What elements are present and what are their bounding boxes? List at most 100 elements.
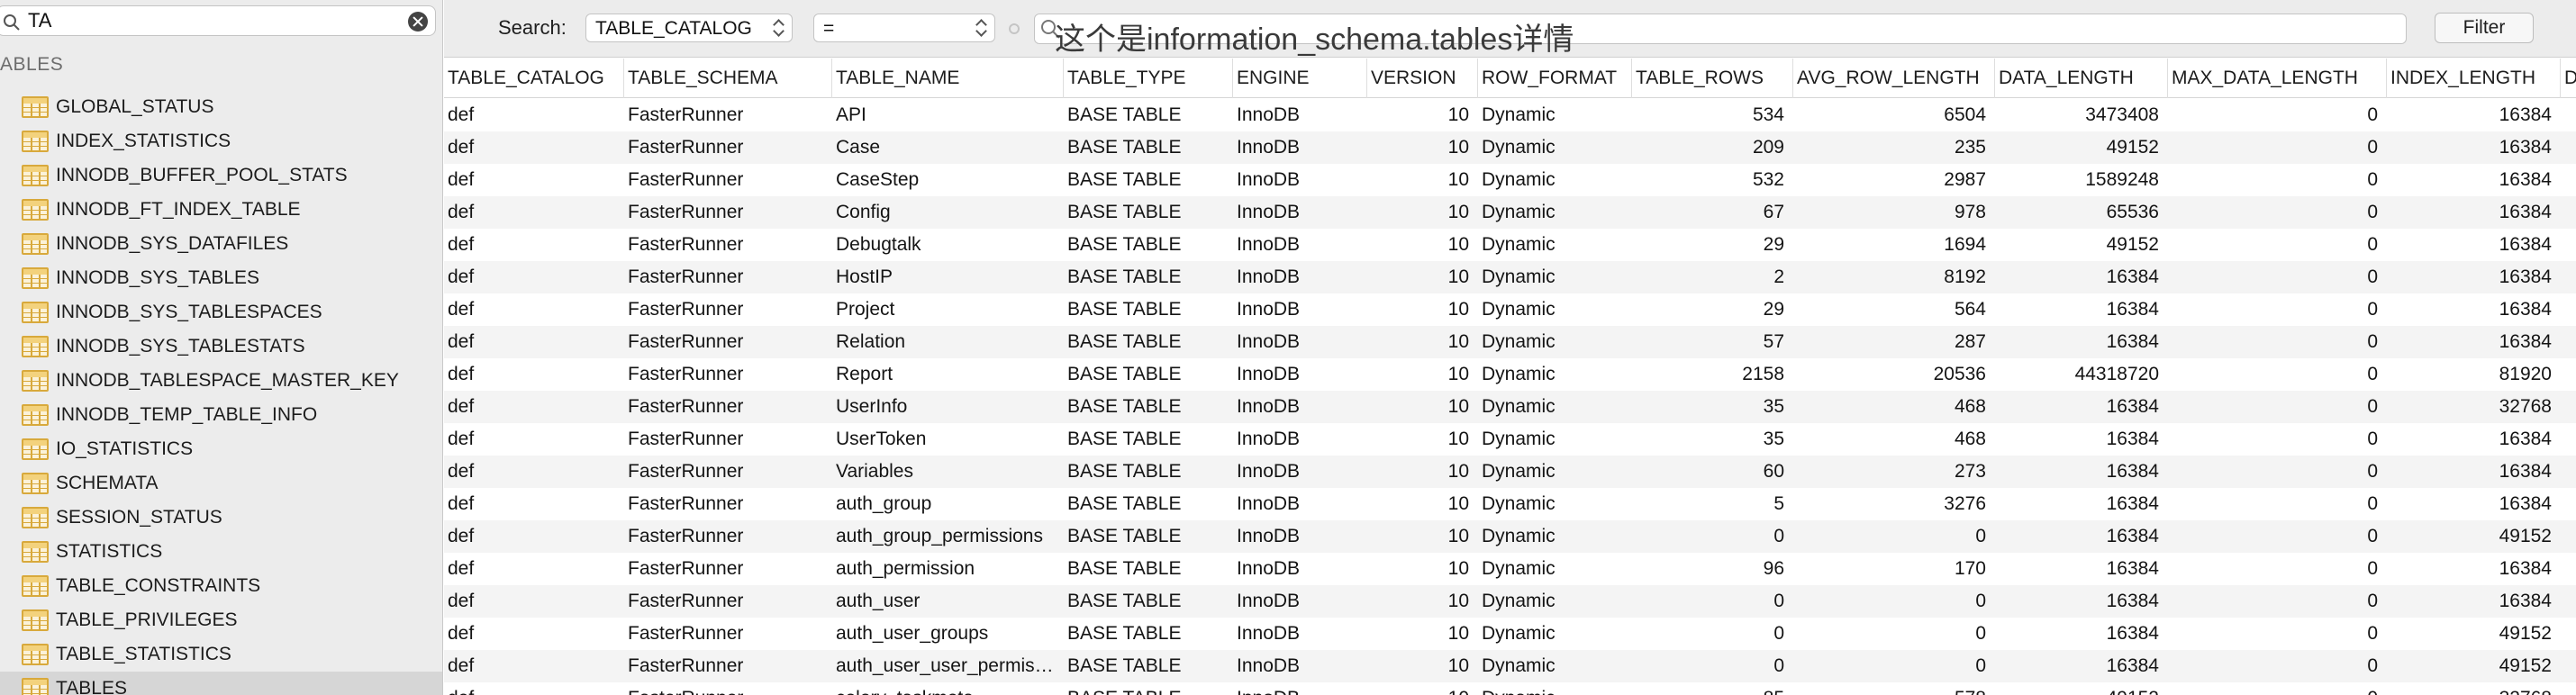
- cell-engine[interactable]: InnoDB: [1233, 650, 1367, 682]
- cell-index-length[interactable]: 32768: [2387, 682, 2561, 695]
- cell-table-name[interactable]: auth_user_groups: [832, 618, 1064, 650]
- cell-avg-row-length[interactable]: 0: [1793, 618, 1995, 650]
- cell-table-rows[interactable]: 29: [1632, 229, 1793, 261]
- column-header-engine[interactable]: ENGINE: [1233, 59, 1367, 98]
- cell-max-data-length[interactable]: 0: [2168, 261, 2387, 293]
- operator-select[interactable]: =: [813, 14, 995, 42]
- cell-table-catalog[interactable]: def: [444, 456, 624, 488]
- cell-table-rows[interactable]: 5: [1632, 488, 1793, 520]
- cell-table-name[interactable]: API: [832, 99, 1064, 131]
- cell-table-type[interactable]: BASE TABLE: [1064, 423, 1233, 456]
- sidebar-item-innodb-sys-datafiles[interactable]: INNODB_SYS_DATAFILES: [0, 227, 442, 261]
- cell-table-catalog[interactable]: def: [444, 99, 624, 131]
- cell-row-format[interactable]: Dynamic: [1478, 358, 1632, 391]
- table-row[interactable]: def FasterRunner auth_group BASE TABLE InnoD…: [444, 488, 2576, 520]
- cell-table-rows[interactable]: 2: [1632, 261, 1793, 293]
- cell-table-catalog[interactable]: def: [444, 261, 624, 293]
- cell-engine[interactable]: InnoDB: [1233, 423, 1367, 456]
- cell-table-rows[interactable]: 96: [1632, 553, 1793, 585]
- cell-table-schema[interactable]: FasterRunner: [624, 131, 832, 164]
- column-header-max-data-length[interactable]: MAX_DATA_LENGTH: [2168, 59, 2387, 98]
- cell-avg-row-length[interactable]: 273: [1793, 456, 1995, 488]
- cell-table-rows[interactable]: 534: [1632, 99, 1793, 131]
- cell-table-catalog[interactable]: def: [444, 520, 624, 553]
- cell-data-length[interactable]: 16384: [1995, 585, 2168, 618]
- cell-avg-row-length[interactable]: 0: [1793, 650, 1995, 682]
- cell-table-schema[interactable]: FasterRunner: [624, 358, 832, 391]
- cell-engine[interactable]: InnoDB: [1233, 456, 1367, 488]
- cell-table-rows[interactable]: 532: [1632, 164, 1793, 196]
- cell-version[interactable]: 10: [1367, 326, 1478, 358]
- cell-avg-row-length[interactable]: 2987: [1793, 164, 1995, 196]
- cell-engine[interactable]: InnoDB: [1233, 196, 1367, 229]
- cell-table-catalog[interactable]: def: [444, 488, 624, 520]
- clear-search-icon[interactable]: [408, 12, 428, 32]
- cell-row-format[interactable]: Dynamic: [1478, 585, 1632, 618]
- sidebar-item-table-constraints[interactable]: TABLE_CONSTRAINTS: [0, 569, 442, 603]
- cell-index-length[interactable]: 49152: [2387, 650, 2561, 682]
- sidebar-item-innodb-tablespace-master-key[interactable]: INNODB_TABLESPACE_MASTER_KEY: [0, 364, 442, 398]
- cell-engine[interactable]: InnoDB: [1233, 164, 1367, 196]
- cell-table-rows[interactable]: 29: [1632, 293, 1793, 326]
- cell-data-length[interactable]: 49152: [1995, 682, 2168, 695]
- cell-max-data-length[interactable]: 0: [2168, 585, 2387, 618]
- table-row[interactable]: def FasterRunner Project BASE TABLE InnoDB 10…: [444, 293, 2576, 326]
- cell-table-type[interactable]: BASE TABLE: [1064, 261, 1233, 293]
- cell-data-length[interactable]: 49152: [1995, 229, 2168, 261]
- cell-data-length[interactable]: 3473408: [1995, 99, 2168, 131]
- cell-max-data-length[interactable]: 0: [2168, 131, 2387, 164]
- cell-table-rows[interactable]: 0: [1632, 618, 1793, 650]
- cell-data-length[interactable]: 16384: [1995, 488, 2168, 520]
- cell-max-data-length[interactable]: 0: [2168, 164, 2387, 196]
- cell-row-format[interactable]: Dynamic: [1478, 164, 1632, 196]
- cell-table-rows[interactable]: 60: [1632, 456, 1793, 488]
- table-row[interactable]: defFasterRunnercelery_taskmetaBASE TABLE…: [444, 682, 2576, 695]
- cell-table-catalog[interactable]: def: [444, 618, 624, 650]
- cell-index-length[interactable]: 49152: [2387, 520, 2561, 553]
- cell-table-catalog[interactable]: def: [444, 423, 624, 456]
- cell-avg-row-length[interactable]: 468: [1793, 423, 1995, 456]
- sidebar-item-innodb-temp-table-info[interactable]: INNODB_TEMP_TABLE_INFO: [0, 398, 442, 432]
- cell-table-name[interactable]: auth_group: [832, 488, 1064, 520]
- table-row[interactable]: def FasterRunner Variables BASE TABLE InnoDB…: [444, 456, 2576, 488]
- cell-max-data-length[interactable]: 0: [2168, 293, 2387, 326]
- cell-table-schema[interactable]: FasterRunner: [624, 618, 832, 650]
- cell-row-format[interactable]: Dynamic: [1478, 293, 1632, 326]
- cell-version[interactable]: 10: [1367, 553, 1478, 585]
- cell-data-length[interactable]: 44318720: [1995, 358, 2168, 391]
- cell-table-schema[interactable]: FasterRunner: [624, 650, 832, 682]
- sidebar-item-innodb-sys-tablespaces[interactable]: INNODB_SYS_TABLESPACES: [0, 295, 442, 329]
- table-row[interactable]: def FasterRunner CaseStep BASE TABLE InnoDB 1…: [444, 164, 2576, 196]
- cell-version[interactable]: 10: [1367, 650, 1478, 682]
- cell-engine[interactable]: InnoDB: [1233, 131, 1367, 164]
- cell-table-type[interactable]: BASE TABLE: [1064, 164, 1233, 196]
- cell-table-schema[interactable]: FasterRunner: [624, 261, 832, 293]
- table-row[interactable]: def FasterRunner Case BASE TABLE InnoDB 10 Dyn…: [444, 131, 2576, 164]
- cell-table-name[interactable]: Report: [832, 358, 1064, 391]
- cell-avg-row-length[interactable]: 3276: [1793, 488, 1995, 520]
- table-row[interactable]: def FasterRunner auth_user_user_permission…: [444, 650, 2576, 682]
- cell-index-length[interactable]: 16384: [2387, 293, 2561, 326]
- filter-input[interactable]: 这个是information_schema.tables详情: [1034, 14, 2407, 57]
- cell-index-length[interactable]: 16384: [2387, 553, 2561, 585]
- cell-table-type[interactable]: BASE TABLE: [1064, 229, 1233, 261]
- cell-index-length[interactable]: 32768: [2387, 391, 2561, 423]
- cell-version[interactable]: 10: [1367, 488, 1478, 520]
- sidebar-item-session-status[interactable]: SESSION_STATUS: [0, 501, 442, 535]
- cell-index-length[interactable]: 16384: [2387, 423, 2561, 456]
- cell-row-format[interactable]: Dynamic: [1478, 229, 1632, 261]
- cell-table-schema[interactable]: FasterRunner: [624, 488, 832, 520]
- cell-table-rows[interactable]: 209: [1632, 131, 1793, 164]
- cell-row-format[interactable]: Dynamic: [1478, 618, 1632, 650]
- cell-engine[interactable]: InnoDB: [1233, 618, 1367, 650]
- column-header-index-length[interactable]: INDEX_LENGTH: [2387, 59, 2561, 98]
- cell-engine[interactable]: InnoDB: [1233, 488, 1367, 520]
- cell-table-name[interactable]: Debugtalk: [832, 229, 1064, 261]
- cell-version[interactable]: 10: [1367, 456, 1478, 488]
- cell-avg-row-length[interactable]: 235: [1793, 131, 1995, 164]
- cell-table-schema[interactable]: FasterRunner: [624, 391, 832, 423]
- cell-avg-row-length[interactable]: 468: [1793, 391, 1995, 423]
- cell-table-rows[interactable]: 2158: [1632, 358, 1793, 391]
- cell-index-length[interactable]: 16384: [2387, 229, 2561, 261]
- cell-table-type[interactable]: BASE TABLE: [1064, 585, 1233, 618]
